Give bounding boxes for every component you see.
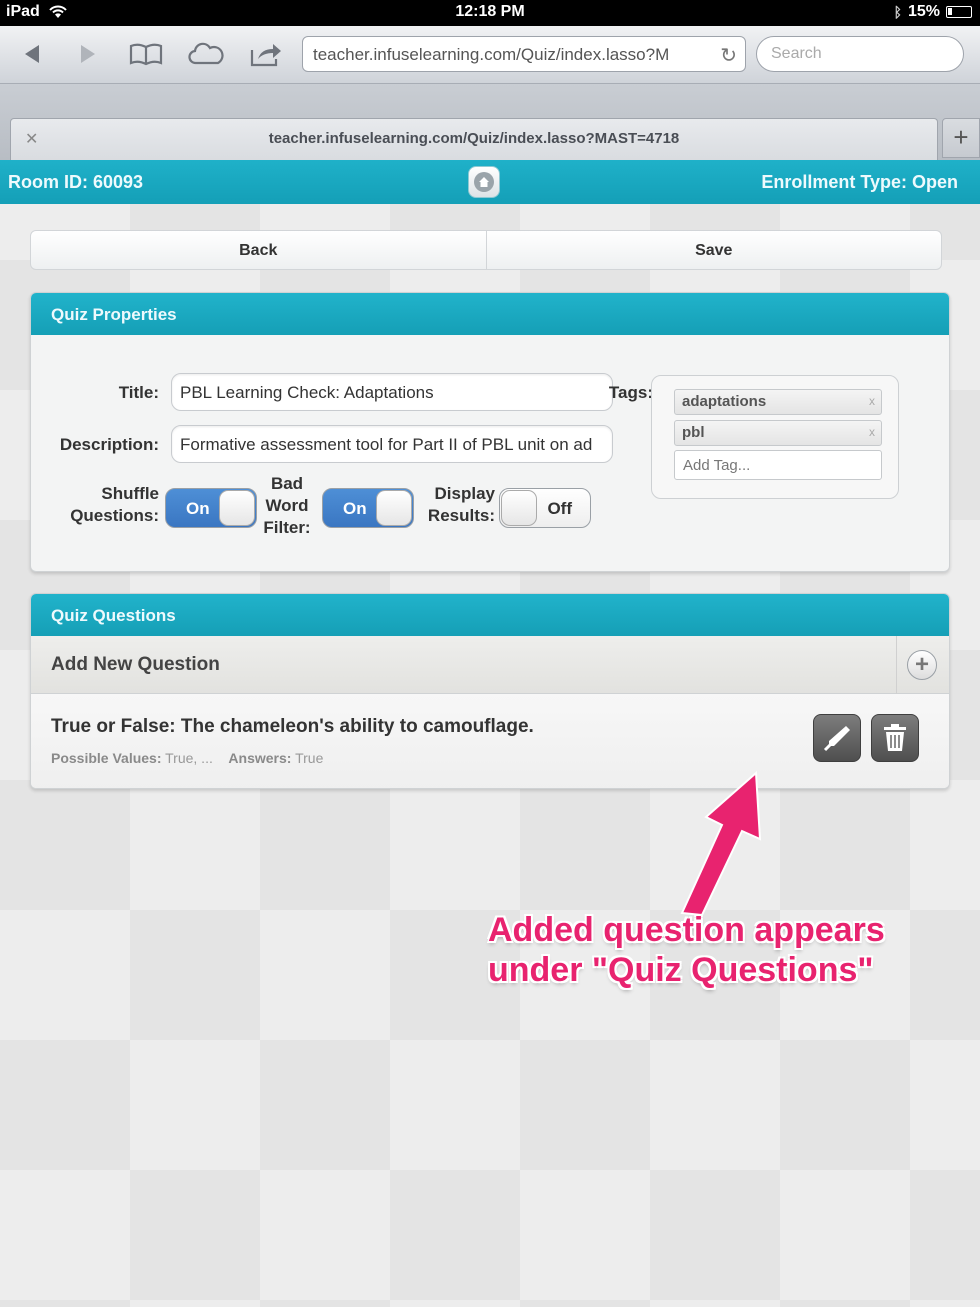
divider xyxy=(896,636,897,694)
question-meta: Possible Values: True, ... Answers: True xyxy=(51,750,323,766)
tags-box: adaptations x pbl x Add Tag... xyxy=(651,375,899,499)
remove-tag-icon[interactable]: x xyxy=(869,394,875,408)
browser-tab[interactable]: ✕ teacher.infuselearning.com/Quiz/index.… xyxy=(10,118,938,160)
url-input[interactable]: teacher.infuselearning.com/Quiz/index.la… xyxy=(302,36,746,72)
back-button[interactable]: Back xyxy=(31,231,486,269)
add-new-question-label: Add New Question xyxy=(51,654,220,675)
tag-chip: adaptations x xyxy=(674,389,882,415)
display-results-toggle[interactable]: Off xyxy=(499,488,591,528)
annotation-line-2: under "Quiz Questions" xyxy=(488,951,874,989)
display-results-label: Display Results: xyxy=(427,484,495,525)
tags-label: Tags: xyxy=(608,383,653,402)
question-row: True or False: The chameleon's ability t… xyxy=(31,694,949,788)
display-results-toggle-state: Off xyxy=(547,499,572,518)
search-input[interactable]: Search xyxy=(756,36,964,72)
quiz-questions-heading: Quiz Questions xyxy=(31,594,949,636)
annotation-line-1: Added question appears xyxy=(488,911,885,949)
edit-icon xyxy=(823,726,850,752)
answers-value: True xyxy=(295,750,324,766)
tag-chip: pbl x xyxy=(674,420,882,446)
battery-percent: 15% xyxy=(907,3,940,20)
toggle-knob xyxy=(501,490,537,526)
home-icon xyxy=(474,172,494,192)
trash-icon xyxy=(884,724,906,751)
quiz-properties-heading: Quiz Properties xyxy=(31,293,949,335)
home-button[interactable] xyxy=(468,166,500,198)
clock: 12:18 PM xyxy=(455,3,525,20)
reload-icon[interactable]: ↻ xyxy=(720,43,737,68)
browser-toolbar: teacher.infuselearning.com/Quiz/index.la… xyxy=(0,26,980,84)
back-arrow-icon[interactable] xyxy=(12,36,52,72)
possible-values: True, ... xyxy=(165,750,213,766)
possible-values-label: Possible Values: xyxy=(51,750,162,766)
add-tag-input[interactable]: Add Tag... xyxy=(674,450,882,480)
close-tab-icon[interactable]: ✕ xyxy=(25,129,38,149)
toggle-knob xyxy=(219,490,255,526)
save-button[interactable]: Save xyxy=(485,231,942,269)
shuffle-questions-toggle[interactable]: On xyxy=(165,488,257,528)
tab-title: teacher.infuselearning.com/Quiz/index.la… xyxy=(268,130,680,147)
enrollment-type: Enrollment Type: Open xyxy=(761,172,958,192)
toggle-knob xyxy=(376,490,412,526)
shuffle-toggle-state: On xyxy=(186,499,210,518)
delete-question-button[interactable] xyxy=(871,714,919,762)
annotation-text: Added question appears under "Quiz Quest… xyxy=(488,910,908,990)
bad-word-toggle-state: On xyxy=(343,499,367,518)
url-text: teacher.infuselearning.com/Quiz/index.la… xyxy=(313,45,670,64)
forward-arrow-icon[interactable] xyxy=(68,36,108,72)
new-tab-button[interactable]: + xyxy=(942,118,980,158)
action-bar: Back Save xyxy=(30,230,942,270)
shuffle-questions-label: Shuffle Questions: xyxy=(70,484,159,525)
share-icon[interactable] xyxy=(246,36,286,72)
tag-label: adaptations xyxy=(682,393,767,410)
annotation-arrow-icon xyxy=(680,770,762,915)
tab-strip: ✕ teacher.infuselearning.com/Quiz/index.… xyxy=(0,84,980,160)
bad-word-filter-label: Bad Word Filter: xyxy=(263,474,311,537)
plus-icon[interactable]: + xyxy=(907,650,937,680)
title-input[interactable]: PBL Learning Check: Adaptations xyxy=(171,373,613,411)
quiz-properties-panel: Quiz Properties Title: PBL Learning Chec… xyxy=(30,292,950,572)
remove-tag-icon[interactable]: x xyxy=(869,425,875,439)
question-text: True or False: The chameleon's ability t… xyxy=(51,716,534,737)
title-label: Title: xyxy=(118,383,159,402)
description-input[interactable]: Formative assessment tool for Part II of… xyxy=(171,425,613,463)
quiz-questions-panel: Quiz Questions Add New Question + True o… xyxy=(30,593,950,789)
description-label: Description: xyxy=(59,435,159,454)
app-header: Room ID: 60093 Enrollment Type: Open xyxy=(0,160,980,204)
tag-label: pbl xyxy=(682,424,705,441)
bad-word-filter-toggle[interactable]: On xyxy=(322,488,414,528)
room-id: Room ID: 60093 xyxy=(8,172,144,192)
cloud-icon[interactable] xyxy=(186,36,226,72)
edit-question-button[interactable] xyxy=(813,714,861,762)
status-bar: iPad 12:18 PM ᛒ 15% xyxy=(0,0,980,26)
add-new-question-row[interactable]: Add New Question + xyxy=(31,636,949,694)
bluetooth-icon: ᛒ xyxy=(893,4,902,20)
bookmarks-icon[interactable] xyxy=(126,36,166,72)
battery-icon xyxy=(946,6,972,18)
answers-label: Answers: xyxy=(228,750,292,766)
